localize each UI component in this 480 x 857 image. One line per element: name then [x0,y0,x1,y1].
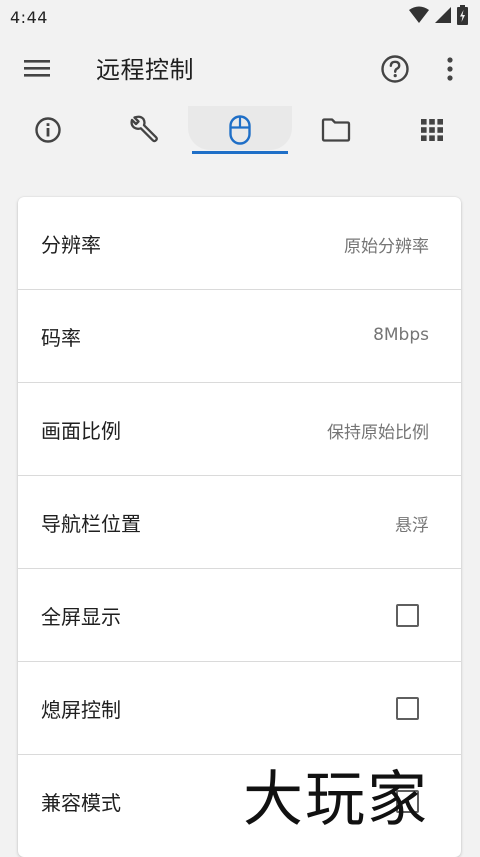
status-icons [409,5,468,29]
setting-value: 保持原始比例 [327,423,429,443]
apps-grid-icon [420,118,444,146]
tab-files[interactable] [288,106,384,158]
mouse-icon [229,115,251,149]
fullscreen-checkbox[interactable] [396,604,419,627]
setting-value: 原始分辨率 [344,237,429,257]
info-icon [34,116,62,148]
active-tab-indicator [192,151,288,154]
more-vert-icon [447,57,453,85]
setting-screen-off-control[interactable]: 熄屏控制 [18,662,461,755]
setting-label: 画面比例 [41,419,121,443]
status-bar: 4:44 [0,0,480,34]
setting-value: 悬浮 [395,516,429,536]
tab-info[interactable] [0,106,96,158]
setting-label: 全屏显示 [41,605,121,629]
signal-icon [435,6,451,28]
watermark: 大玩家 [243,765,429,835]
setting-aspect-ratio[interactable]: 画面比例 保持原始比例 [18,383,461,476]
screen-off-checkbox[interactable] [396,697,419,720]
tab-settings[interactable] [96,106,192,158]
wifi-icon [409,6,429,28]
setting-resolution[interactable]: 分辨率 原始分辨率 [18,197,461,290]
setting-label: 码率 [41,326,81,350]
hamburger-menu-icon [24,58,50,82]
settings-card: 分辨率 原始分辨率 码率 8Mbps 画面比例 保持原始比例 导航栏位置 悬浮 … [18,197,461,857]
wrench-icon [128,114,160,150]
setting-label: 熄屏控制 [41,698,121,722]
setting-label: 导航栏位置 [41,512,141,536]
help-button[interactable] [378,54,412,88]
more-options-button[interactable] [436,54,464,88]
page-title: 远程控制 [96,56,194,84]
setting-label: 兼容模式 [41,791,121,815]
help-circle-icon [380,54,410,88]
status-time: 4:44 [10,7,48,27]
menu-button[interactable] [20,56,54,84]
setting-label: 分辨率 [41,233,101,257]
setting-value: 8Mbps [373,325,429,345]
setting-navbar-position[interactable]: 导航栏位置 悬浮 [18,476,461,569]
folder-icon [321,118,351,146]
tab-apps[interactable] [384,106,480,158]
setting-fullscreen[interactable]: 全屏显示 [18,569,461,662]
setting-bitrate[interactable]: 码率 8Mbps [18,290,461,383]
battery-icon [457,5,468,29]
app-bar: 远程控制 [0,34,480,106]
